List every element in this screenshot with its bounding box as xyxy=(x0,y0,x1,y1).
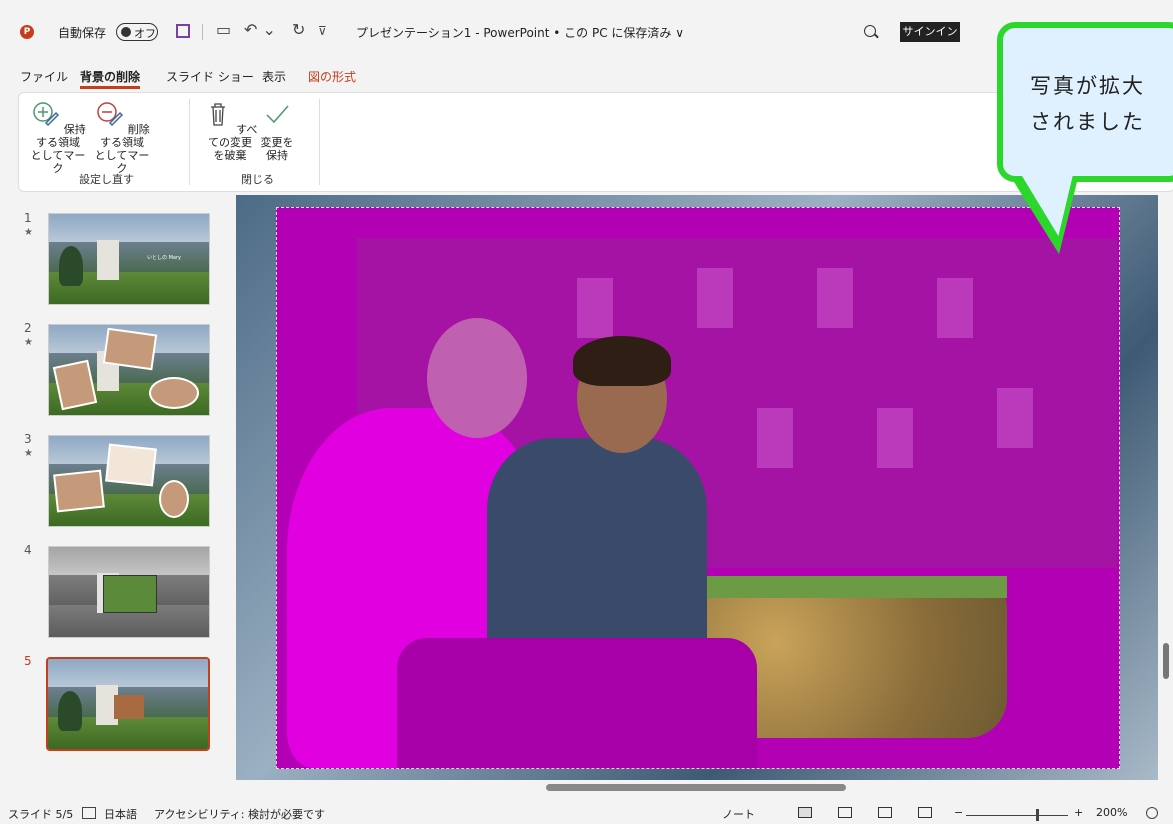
pencil-minus-icon xyxy=(97,102,124,127)
building-window xyxy=(937,278,973,338)
ribbon-divider xyxy=(319,99,320,185)
trash-icon xyxy=(210,103,225,126)
autosave-toggle[interactable]: オフ xyxy=(116,23,158,41)
group-label-close: 閉じる xyxy=(241,173,274,186)
building-window xyxy=(697,268,733,328)
thumb-tree xyxy=(58,691,82,731)
search-icon[interactable] xyxy=(864,25,876,37)
normal-view-icon[interactable] xyxy=(798,807,812,818)
slide-thumbnail-1[interactable]: いとしの Mary xyxy=(48,213,210,305)
animation-star-icon: ★ xyxy=(24,227,33,238)
boy-hair xyxy=(573,336,671,386)
slide-sorter-icon[interactable] xyxy=(838,807,852,818)
mark-remove-label: 削除する領域 としてマーク xyxy=(94,123,150,175)
slide-position: スライド 5/5 xyxy=(8,808,74,821)
undo-icon[interactable]: ↶ ⌄ xyxy=(244,20,276,39)
autosave-state: オフ xyxy=(134,27,156,40)
zoom-slider-thumb[interactable] xyxy=(1036,809,1039,821)
status-bar: スライド 5/5 日本語 アクセシビリティ: 検討が必要です ノート − + 2… xyxy=(0,800,1173,824)
callout-text: 写真が拡大 されました xyxy=(1030,68,1145,140)
zoom-out-button[interactable]: − xyxy=(954,806,963,819)
thumb-photo xyxy=(149,377,199,409)
slide-number: 3 xyxy=(24,432,32,446)
tab-view[interactable]: 表示 xyxy=(262,68,286,85)
thumb-tree xyxy=(59,246,83,286)
reading-view-icon[interactable] xyxy=(878,807,892,818)
slide-number: 4 xyxy=(24,543,32,557)
customize-qat-icon[interactable]: ⊽ xyxy=(318,24,327,38)
mark-keep-label: 保持する領域 としてマーク xyxy=(30,123,86,175)
building-window xyxy=(877,408,913,468)
thumb-photo xyxy=(159,480,189,518)
divider xyxy=(202,24,203,40)
thumb-photo xyxy=(103,575,157,613)
building-window xyxy=(757,408,793,468)
document-title[interactable]: プレゼンテーション1 - PowerPoint • この PC に保存済み ∨ xyxy=(356,24,684,41)
seated-legs xyxy=(397,638,757,768)
thumb-photo xyxy=(102,327,158,371)
building-window xyxy=(577,278,613,338)
picture-background-removal[interactable] xyxy=(276,207,1120,769)
callout-line-2: されました xyxy=(1030,110,1145,134)
language-indicator[interactable]: 日本語 xyxy=(104,806,137,822)
horizontal-scrollbar[interactable] xyxy=(236,780,1158,794)
keep-changes-label: 変更を 保持 xyxy=(260,136,294,162)
slideshow-view-icon[interactable] xyxy=(918,807,932,818)
slide-number: 5 xyxy=(24,654,32,668)
slide-thumbnail-2[interactable] xyxy=(48,324,210,416)
slide1-caption: いとしの Mary xyxy=(147,255,181,261)
slide-thumbnail-3[interactable] xyxy=(48,435,210,527)
thumb-photo xyxy=(53,469,105,513)
thumb-photo xyxy=(114,695,144,719)
mark-remove-button[interactable]: 削除する領域 としてマーク xyxy=(91,99,153,175)
slide-thumbnail-4[interactable] xyxy=(48,546,210,638)
toggle-knob xyxy=(121,27,131,37)
ribbon-divider xyxy=(189,99,190,185)
notes-button[interactable]: ノート xyxy=(722,806,755,822)
tab-slideshow[interactable]: スライド ショー xyxy=(166,68,254,85)
tab-remove-background[interactable]: 背景の削除 xyxy=(80,68,141,89)
tab-file[interactable]: ファイル xyxy=(20,68,68,85)
callout-line-1: 写真が拡大 xyxy=(1030,74,1145,98)
keep-changes-button[interactable]: 変更を 保持 xyxy=(257,99,297,162)
save-icon[interactable] xyxy=(176,24,190,38)
vertical-scroll-thumb[interactable] xyxy=(1163,643,1169,679)
group-label-refine: 設定し直す xyxy=(79,173,134,186)
slide-canvas[interactable] xyxy=(236,195,1158,780)
autosave-label: 自動保存 xyxy=(58,26,107,40)
spellcheck-icon[interactable] xyxy=(82,807,96,819)
slide-thumbnail-pane: 1 ★ いとしの Mary 2 ★ 3 ★ 4 5 xyxy=(0,195,230,795)
slide-number: 1 xyxy=(24,211,32,225)
animation-star-icon: ★ xyxy=(24,337,33,348)
checkmark-icon xyxy=(266,105,289,124)
kept-lawn-area xyxy=(677,576,1007,598)
zoom-slider-track[interactable] xyxy=(966,815,1068,816)
building-window xyxy=(997,388,1033,448)
animation-star-icon: ★ xyxy=(24,448,33,459)
building-window xyxy=(817,268,853,328)
powerpoint-logo-icon: P xyxy=(20,25,34,39)
girl-head xyxy=(427,318,527,438)
zoom-in-button[interactable]: + xyxy=(1074,806,1083,819)
pencil-plus-icon xyxy=(33,102,60,127)
slide-thumbnail-5[interactable] xyxy=(46,657,210,751)
accessibility-status[interactable]: アクセシビリティ: 検討が必要です xyxy=(154,806,325,822)
sign-in-button[interactable]: サインイン xyxy=(900,22,960,42)
redo-icon[interactable]: ↻ xyxy=(292,20,305,39)
zoom-level[interactable]: 200% xyxy=(1096,806,1127,819)
tab-picture-format[interactable]: 図の形式 xyxy=(308,68,356,85)
vertical-scrollbar[interactable] xyxy=(1158,195,1173,780)
thumb-photo xyxy=(105,443,157,487)
start-slideshow-icon[interactable]: ▭ xyxy=(216,20,231,39)
horizontal-scroll-thumb[interactable] xyxy=(546,784,846,791)
slide-number: 2 xyxy=(24,321,32,335)
fit-to-window-icon[interactable] xyxy=(1146,807,1158,819)
mark-keep-button[interactable]: 保持する領域 としてマーク xyxy=(27,99,89,175)
discard-changes-button[interactable]: すべての変更 を破棄 xyxy=(199,99,261,162)
thumb-church xyxy=(97,240,119,280)
